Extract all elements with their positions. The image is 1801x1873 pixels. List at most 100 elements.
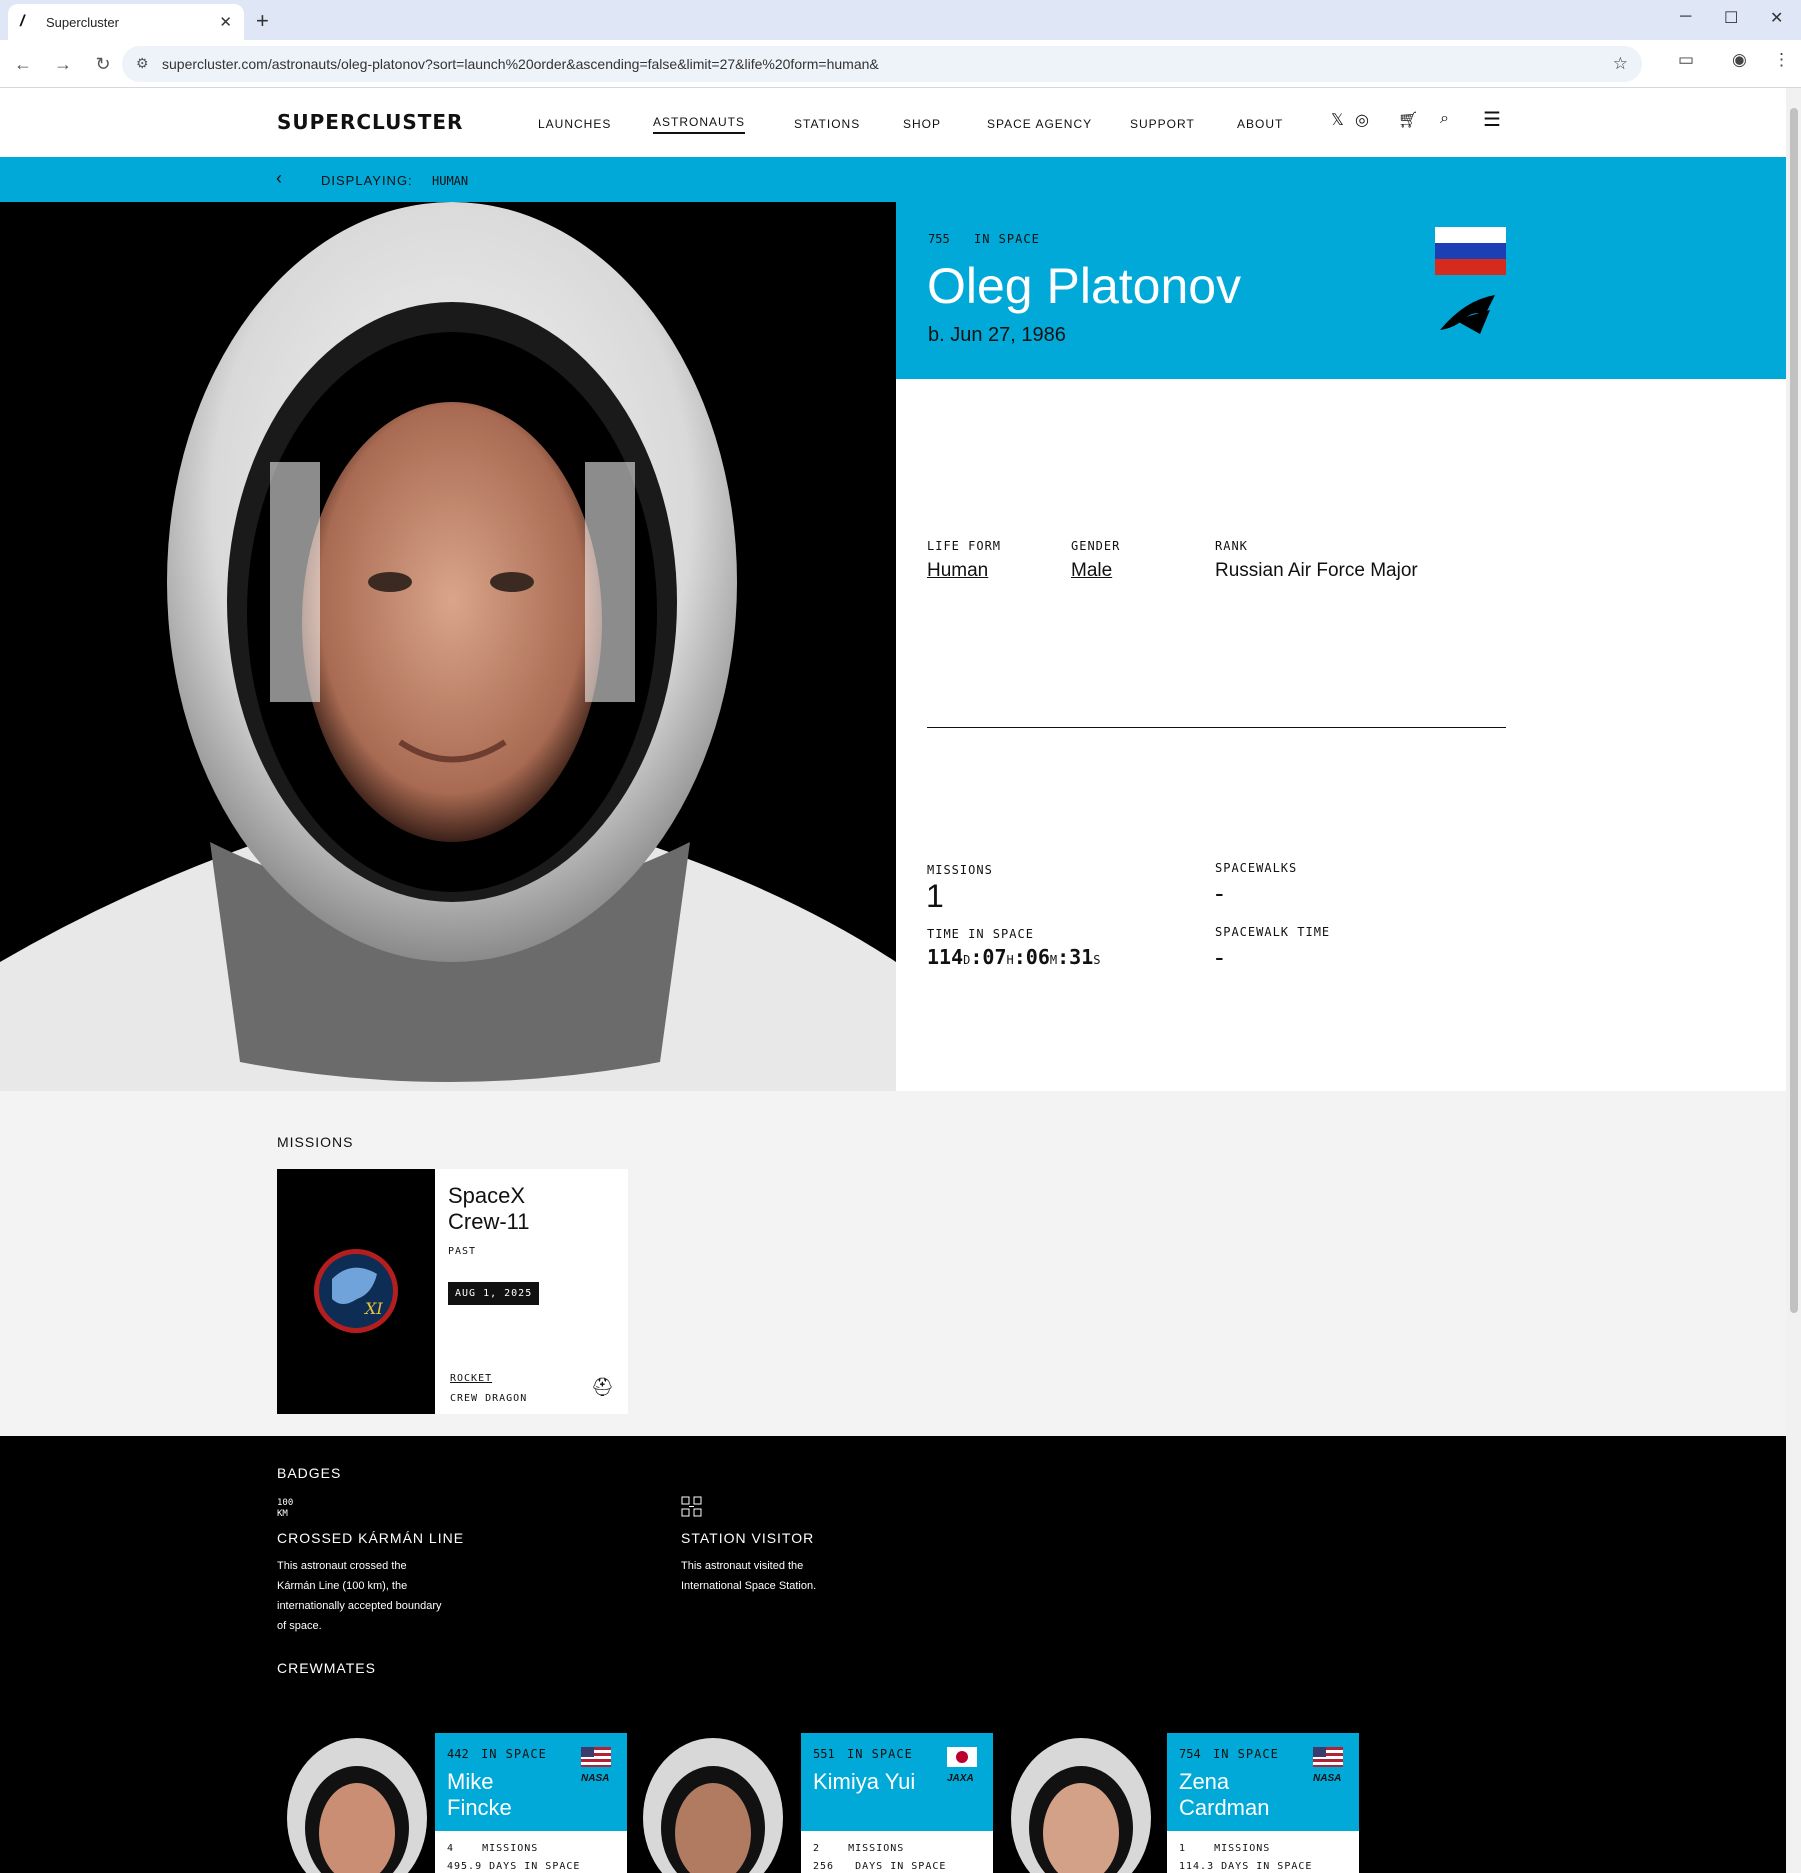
badge-desc-karman: This astronaut crossed the Kármán Line (… — [277, 1560, 442, 1632]
svg-text:100: 100 — [277, 1498, 293, 1508]
rocket-value: CREW DRAGON — [450, 1393, 528, 1404]
crewmate-card[interactable]: 551 IN SPACE Kimiya Yui JAXA 2 MISSIONS … — [801, 1733, 993, 1873]
crewmate-card-header: 551 IN SPACE Kimiya Yui JAXA — [801, 1733, 993, 1831]
bookmark-star-icon[interactable]: ☆ — [1613, 54, 1628, 74]
forward-icon[interactable]: → — [46, 54, 80, 75]
profile-icon[interactable]: ◉ — [1732, 50, 1747, 70]
back-chevron-icon[interactable]: ‹ — [276, 168, 282, 189]
crewmate-card-header: 754 IN SPACE Zena Cardman NASA — [1167, 1733, 1359, 1831]
rank-label: RANK — [1215, 539, 1248, 553]
roscosmos-logo-icon — [1440, 295, 1495, 334]
crewmate-days: 495.9 DAYS IN SPACE — [447, 1861, 580, 1872]
hamburger-menu-icon[interactable]: ☰ — [1483, 107, 1501, 132]
address-bar[interactable]: ⚙ supercluster.com/astronauts/oleg-plato… — [122, 46, 1642, 82]
instagram-icon[interactable]: ◎ — [1355, 110, 1369, 130]
mission-name[interactable]: SpaceX Crew-11 — [448, 1183, 530, 1235]
nav-stations[interactable]: STATIONS — [794, 117, 860, 131]
hours-value: 07 — [982, 945, 1007, 969]
reload-icon[interactable]: ↻ — [86, 54, 120, 75]
url-text: supercluster.com/astronauts/oleg-platono… — [162, 56, 879, 72]
rocket-label[interactable]: ROCKET — [450, 1373, 492, 1384]
crewmate-missions-count: 4 — [447, 1843, 455, 1854]
site-logo[interactable]: SUPERCLUSTER — [277, 110, 463, 134]
astronaut-number: 755 — [928, 232, 950, 246]
scrollbar-thumb[interactable] — [1790, 108, 1798, 1313]
search-icon[interactable]: ⌕ — [1440, 110, 1449, 128]
life-form-label: LIFE FORM — [927, 539, 1002, 553]
crewmate-days-label: DAYS IN SPACE — [1221, 1861, 1313, 1872]
days-unit: D — [963, 953, 971, 967]
site-header: SUPERCLUSTER LAUNCHES ASTRONAUTS STATION… — [0, 88, 1786, 156]
nav-astronauts[interactable]: ASTRONAUTS — [653, 115, 746, 134]
filter-bar: ‹ DISPLAYING: HUMAN — [0, 157, 1786, 202]
back-icon[interactable]: ← — [6, 54, 40, 75]
crewmate-days-value: 114.3 — [1179, 1861, 1215, 1872]
crewmate-card-header: 442 IN SPACE Mike Fincke NASA — [435, 1733, 627, 1831]
crewmate-missions-label: MISSIONS — [848, 1843, 905, 1854]
crewmate-days-value: 495.9 — [447, 1861, 483, 1872]
crewmate-number: 551 — [813, 1747, 835, 1761]
crewmate-missions: 2 MISSIONS — [813, 1843, 904, 1854]
nav-launches[interactable]: LAUNCHES — [538, 117, 611, 131]
minimize-icon[interactable]: ─ — [1680, 8, 1691, 26]
crewmate-agency: JAXA — [947, 1773, 974, 1784]
crewmate-card[interactable]: 754 IN SPACE Zena Cardman NASA 1 MISSION… — [1167, 1733, 1359, 1873]
crewmate-missions: 4 MISSIONS — [447, 1843, 538, 1854]
cart-icon[interactable]: 🛒︎ — [1398, 110, 1418, 130]
life-form-link[interactable]: Human — [927, 560, 988, 582]
crewmate-number: 442 — [447, 1747, 469, 1761]
crewmate-name[interactable]: Zena Cardman — [1179, 1769, 1269, 1821]
cast-icon[interactable]: ▭ — [1678, 50, 1694, 70]
missions-count: 1 — [926, 878, 944, 914]
crewmate-in-space-tag: IN SPACE — [1213, 1747, 1279, 1761]
crew-11-patch-icon: XI — [314, 1249, 398, 1333]
crewmate-agency: NASA — [581, 1773, 610, 1784]
astronaut-photo — [0, 202, 896, 1091]
close-window-icon[interactable]: ✕ — [1770, 8, 1783, 28]
badge-title-karman: CROSSED KÁRMÁN LINE — [277, 1530, 465, 1546]
usa-flag-icon — [581, 1747, 611, 1767]
tab-strip: / Supercluster ✕ + ─ ☐ ✕ — [0, 0, 1801, 40]
nav-space-agency[interactable]: SPACE AGENCY — [987, 117, 1092, 131]
badge-title-station: STATION VISITOR — [681, 1530, 815, 1546]
crewmate-missions-count: 1 — [1179, 1843, 1187, 1854]
usa-flag-icon — [1313, 1747, 1343, 1767]
missions-heading: MISSIONS — [277, 1134, 354, 1150]
crewmate-card[interactable]: 442 IN SPACE Mike Fincke NASA 4 MISSIONS… — [435, 1733, 627, 1873]
crewmate-missions-label: MISSIONS — [1214, 1843, 1271, 1854]
mission-status: PAST — [448, 1246, 477, 1257]
nav-shop[interactable]: SHOP — [903, 117, 941, 131]
crewmate-in-space-tag: IN SPACE — [847, 1747, 913, 1761]
nav-support[interactable]: SUPPORT — [1130, 117, 1195, 131]
crewmate-name[interactable]: Mike Fincke — [447, 1769, 512, 1821]
seconds-value: 31 — [1069, 945, 1094, 969]
hours-unit: H — [1006, 953, 1014, 967]
supercluster-favicon-icon: / — [20, 13, 25, 30]
maximize-icon[interactable]: ☐ — [1724, 8, 1738, 28]
astronaut-name: Oleg Platonov — [927, 258, 1242, 314]
missions-section: MISSIONS XI SpaceX Crew-11 PAST AUG 1, 2… — [0, 1091, 1786, 1436]
astronaut-helmet-icon: ⛑ — [591, 1377, 614, 1397]
spacewalk-time-value: - — [1215, 942, 1224, 972]
nav-about[interactable]: ABOUT — [1237, 117, 1283, 131]
tab-title: Supercluster — [46, 14, 119, 30]
site-settings-icon[interactable]: ⚙ — [136, 55, 149, 72]
badges-crewmates-section: BADGES 100 KM CROSSED KÁRMÁN LINE This a… — [0, 1436, 1786, 1873]
astronaut-hero: 755 IN SPACE Oleg Platonov b. Jun 27, 19… — [896, 202, 1786, 379]
spacewalks-value: - — [1215, 878, 1224, 908]
page: SUPERCLUSTER LAUNCHES ASTRONAUTS STATION… — [0, 88, 1786, 1873]
browser-chrome: / Supercluster ✕ + ─ ☐ ✕ ← → ↻ ⚙ supercl… — [0, 0, 1801, 88]
close-tab-icon[interactable]: ✕ — [219, 13, 232, 31]
gender-link[interactable]: Male — [1071, 560, 1112, 582]
badge-desc-station: This astronaut visited the International… — [681, 1560, 817, 1592]
mission-card[interactable]: XI SpaceX Crew-11 PAST AUG 1, 2025 ROCKE… — [277, 1169, 628, 1414]
displaying-value[interactable]: HUMAN — [432, 174, 468, 188]
gender-label: GENDER — [1071, 539, 1121, 553]
rank-value: Russian Air Force Major — [1215, 560, 1418, 581]
crewmate-missions: 1 MISSIONS — [1179, 1843, 1270, 1854]
menu-dots-icon[interactable]: ⋮ — [1773, 50, 1790, 70]
new-tab-icon[interactable]: + — [256, 8, 269, 34]
browser-tab[interactable]: / Supercluster ✕ — [8, 4, 244, 40]
crewmate-name[interactable]: Kimiya Yui — [813, 1769, 915, 1795]
x-twitter-icon[interactable]: 𝕏 — [1331, 110, 1344, 130]
